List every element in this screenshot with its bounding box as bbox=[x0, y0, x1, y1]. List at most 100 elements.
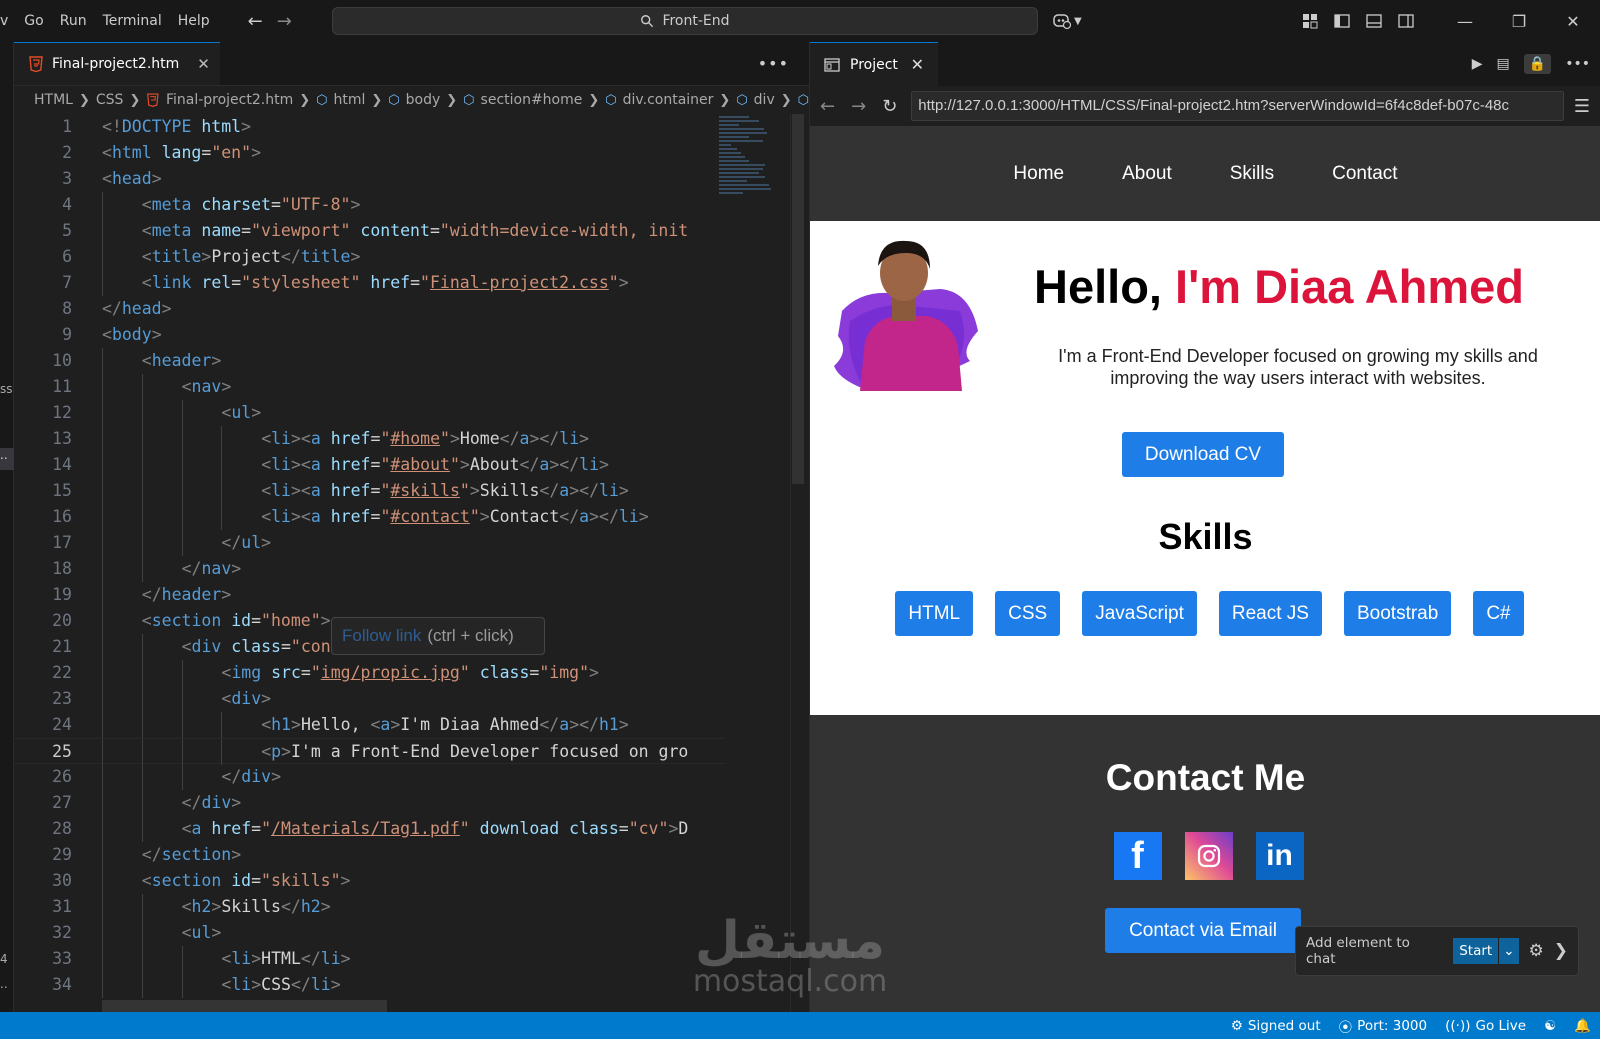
symbol-cube-icon: ⬡ bbox=[388, 92, 400, 108]
follow-link-text[interactable]: Follow link bbox=[342, 626, 421, 646]
breadcrumb-item[interactable]: HTML bbox=[34, 92, 73, 108]
code-line[interactable]: 15 <li><a href="#skills">Skills</a></li> bbox=[14, 478, 725, 504]
code-line[interactable]: 34 <li>CSS</li> bbox=[14, 972, 725, 998]
run-icon[interactable]: ▶ bbox=[1472, 56, 1483, 72]
close-icon[interactable]: ✕ bbox=[197, 55, 210, 73]
code-line[interactable]: 3 <head> bbox=[14, 166, 725, 192]
split-editor-icon[interactable]: ▤ bbox=[1497, 56, 1510, 72]
code-line[interactable]: 22 <img src="img/propic.jpg" class="img"> bbox=[14, 660, 725, 686]
breadcrumb-item[interactable]: Final-project2.htm bbox=[166, 92, 293, 108]
forward-arrow-icon[interactable]: → bbox=[851, 96, 866, 117]
back-arrow-icon[interactable]: ← bbox=[248, 11, 263, 32]
code-line[interactable]: 14 <li><a href="#about">About</a></li> bbox=[14, 452, 725, 478]
back-arrow-icon[interactable]: ← bbox=[820, 96, 835, 117]
breadcrumb-item[interactable]: div.container bbox=[623, 92, 714, 108]
code-line[interactable]: 17 </ul> bbox=[14, 530, 725, 556]
code-line[interactable]: 18 </nav> bbox=[14, 556, 725, 582]
activity-fragment-selected[interactable]: .. bbox=[0, 448, 14, 470]
facebook-icon[interactable]: f bbox=[1113, 832, 1162, 880]
reload-icon[interactable]: ↻ bbox=[882, 96, 897, 117]
code-line[interactable]: 26 </div> bbox=[14, 764, 725, 790]
hamburger-menu-icon[interactable]: ☰ bbox=[1574, 96, 1590, 117]
code-line[interactable]: 32 <ul> bbox=[14, 920, 725, 946]
preview-tab-project[interactable]: Project ✕ bbox=[810, 42, 938, 86]
download-cv-button[interactable]: Download CV bbox=[1122, 432, 1284, 477]
url-input[interactable]: http://127.0.0.1:3000/HTML/CSS/Final-pro… bbox=[911, 91, 1564, 121]
code-line[interactable]: 33 <li>HTML</li> bbox=[14, 946, 725, 972]
code-line[interactable]: 2 <html lang="en"> bbox=[14, 140, 725, 166]
copilot-status[interactable]: ☯ bbox=[1535, 1012, 1565, 1039]
code-line[interactable]: 10 <header> bbox=[14, 348, 725, 374]
go-live-button[interactable]: ((·)) Go Live bbox=[1436, 1012, 1535, 1039]
code-line[interactable]: 13 <li><a href="#home">Home</a></li> bbox=[14, 426, 725, 452]
menu-item-help[interactable]: Help bbox=[170, 0, 218, 42]
breadcrumb-item[interactable]: CSS bbox=[96, 92, 124, 108]
code-line[interactable]: 27 </div> bbox=[14, 790, 725, 816]
menu-item-go[interactable]: Go bbox=[16, 0, 51, 42]
account-status[interactable]: ⚙ Signed out bbox=[1222, 1012, 1330, 1039]
close-window-icon[interactable]: ✕ bbox=[1546, 0, 1600, 42]
horizontal-scrollbar[interactable] bbox=[102, 1000, 387, 1012]
copilot-menu[interactable]: ▼ bbox=[1052, 9, 1088, 33]
site-nav-home[interactable]: Home bbox=[1013, 163, 1064, 185]
editor-tab-final-project2[interactable]: Final-project2.htm ✕ bbox=[14, 42, 220, 85]
vertical-scrollbar[interactable] bbox=[790, 114, 804, 1012]
toggle-sidebar-icon[interactable] bbox=[1326, 0, 1358, 42]
breadcrumb-item[interactable]: html bbox=[333, 92, 365, 108]
toggle-panel-icon[interactable] bbox=[1358, 0, 1390, 42]
code-line[interactable]: 19 </header> bbox=[14, 582, 725, 608]
scrollbar-thumb[interactable] bbox=[792, 114, 804, 484]
restore-icon[interactable]: ❐ bbox=[1492, 0, 1546, 42]
menu-item-view[interactable]: v bbox=[0, 0, 16, 42]
minimize-icon[interactable]: — bbox=[1438, 0, 1492, 42]
line-number: 27 bbox=[52, 793, 72, 812]
code-line[interactable]: 28 <a href="/Materials/Tag1.pdf" download… bbox=[14, 816, 725, 842]
instagram-icon[interactable] bbox=[1184, 832, 1233, 880]
chevron-right-icon[interactable]: ❯ bbox=[1554, 941, 1568, 961]
chevron-down-icon[interactable]: ⌄ bbox=[1498, 938, 1519, 964]
code-line[interactable]: 24 <h1>Hello, <a>I'm Diaa Ahmed</a></h1> bbox=[14, 712, 725, 738]
menu-item-terminal[interactable]: Terminal bbox=[95, 0, 170, 42]
code-line[interactable]: 25 <p>I'm a Front-End Developer focused o… bbox=[14, 738, 725, 765]
minimap[interactable] bbox=[719, 114, 791, 224]
code-line[interactable]: 23 <div> bbox=[14, 686, 725, 712]
more-actions-icon[interactable]: ••• bbox=[1565, 56, 1590, 72]
notifications[interactable]: 🔔 bbox=[1565, 1012, 1600, 1039]
code-line[interactable]: 9 <body> bbox=[14, 322, 725, 348]
command-center-search[interactable]: Front-End bbox=[332, 7, 1038, 35]
code-line[interactable]: 6 <title>Project</title> bbox=[14, 244, 725, 270]
forward-arrow-icon[interactable]: → bbox=[277, 11, 292, 32]
indent-guide bbox=[221, 452, 223, 478]
breadcrumb-item[interactable]: div bbox=[754, 92, 775, 108]
code-line[interactable]: 4 <meta charset="UTF-8"> bbox=[14, 192, 725, 218]
site-nav-about[interactable]: About bbox=[1122, 163, 1172, 185]
customize-layout-icon[interactable] bbox=[1294, 0, 1326, 42]
more-actions-icon[interactable]: ••• bbox=[758, 54, 789, 73]
code-editor[interactable]: 1 <!DOCTYPE html> 2 <html lang="en"> 3 <head>… bbox=[14, 114, 725, 1012]
code-line[interactable]: 5 <meta name="viewport" content="width=de… bbox=[14, 218, 725, 244]
linkedin-icon[interactable]: in bbox=[1255, 832, 1304, 880]
code-line[interactable]: 31 <h2>Skills</h2> bbox=[14, 894, 725, 920]
close-icon[interactable]: ✕ bbox=[911, 55, 924, 74]
code-line[interactable]: 7 <link rel="stylesheet" href="Final-proj… bbox=[14, 270, 725, 296]
start-button[interactable]: Start bbox=[1453, 938, 1499, 964]
code-token: nav bbox=[201, 559, 232, 578]
code-line[interactable]: 8 </head> bbox=[14, 296, 725, 322]
gear-icon[interactable]: ⚙ bbox=[1529, 941, 1544, 961]
code-line[interactable]: 1 <!DOCTYPE html> bbox=[14, 114, 725, 140]
breadcrumb-item[interactable]: body bbox=[406, 92, 441, 108]
port-status[interactable]: ⦿ Port: 3000 bbox=[1330, 1012, 1436, 1039]
code-line[interactable]: 12 <ul> bbox=[14, 400, 725, 426]
code-line[interactable]: 11 <nav> bbox=[14, 374, 725, 400]
menu-item-run[interactable]: Run bbox=[52, 0, 95, 42]
lock-icon[interactable]: 🔒 bbox=[1523, 54, 1552, 74]
toggle-secondary-sidebar-icon[interactable] bbox=[1390, 0, 1422, 42]
site-nav-skills[interactable]: Skills bbox=[1230, 163, 1274, 185]
breadcrumb-item[interactable]: section#home bbox=[481, 92, 583, 108]
hero-name[interactable]: I'm Diaa Ahmed bbox=[1175, 260, 1524, 313]
contact-email-button[interactable]: Contact via Email bbox=[1105, 908, 1301, 953]
code-line[interactable]: 30 <section id="skills"> bbox=[14, 868, 725, 894]
site-nav-contact[interactable]: Contact bbox=[1332, 163, 1397, 185]
code-line[interactable]: 29 </section> bbox=[14, 842, 725, 868]
code-line[interactable]: 16 <li><a href="#contact">Contact</a></li… bbox=[14, 504, 725, 530]
